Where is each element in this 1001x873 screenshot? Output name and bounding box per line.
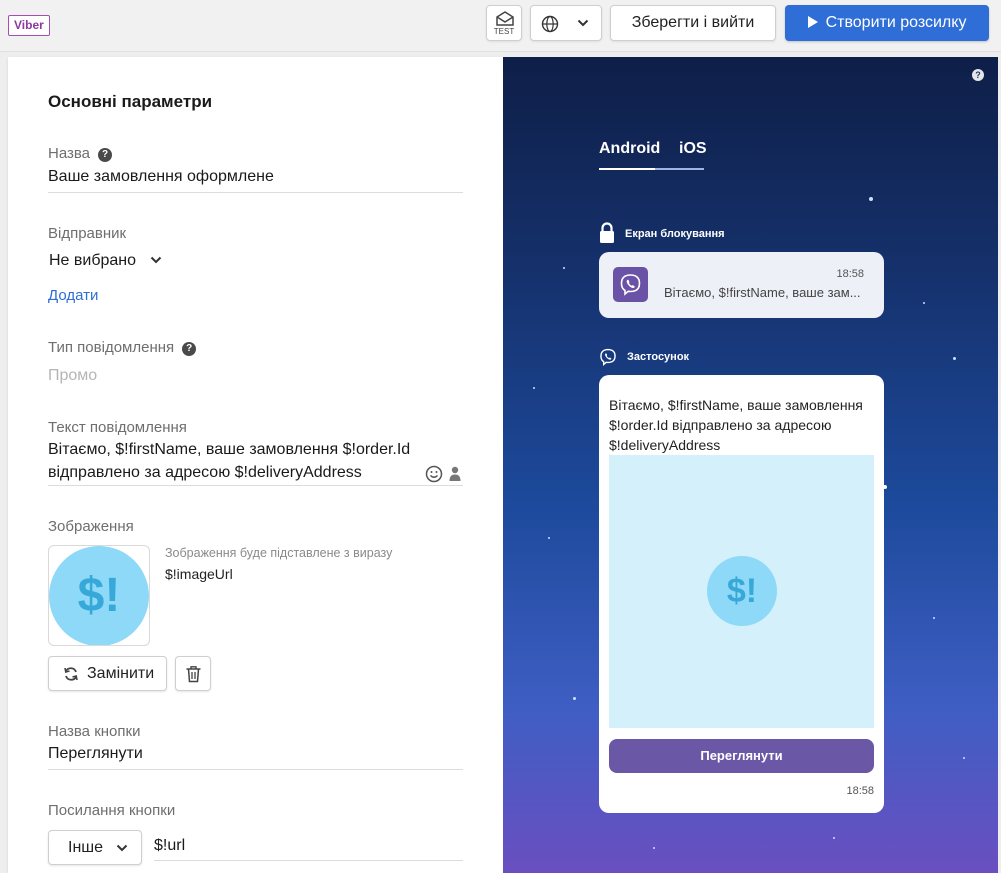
app-message-text: Вітаємо, $!firstName, ваше замовлення $!… bbox=[609, 397, 863, 453]
star bbox=[923, 302, 925, 304]
tab-ios[interactable]: iOS bbox=[679, 140, 707, 158]
app-message-time: 18:58 bbox=[846, 785, 874, 797]
button-link-label: Посилання кнопки bbox=[48, 802, 176, 819]
tab-underline bbox=[655, 168, 704, 170]
image-placeholder: $! bbox=[49, 546, 149, 645]
message-type-label: Тип повідомлення? bbox=[48, 339, 197, 356]
divider bbox=[48, 192, 463, 193]
channel-badge: Viber bbox=[8, 15, 50, 36]
app-message-card: Вітаємо, $!firstName, ваше замовлення $!… bbox=[599, 375, 884, 813]
divider bbox=[154, 860, 463, 861]
app-section-title: Застосунок bbox=[627, 351, 690, 363]
star bbox=[573, 697, 576, 700]
chevron-down-icon bbox=[116, 844, 128, 852]
message-text-label: Текст повідомлення bbox=[48, 419, 187, 436]
star bbox=[653, 847, 655, 849]
message-type-label-text: Тип повідомлення bbox=[48, 339, 175, 356]
star bbox=[953, 357, 956, 360]
name-input[interactable]: Ваше замовлення оформлене bbox=[48, 168, 274, 186]
lock-icon bbox=[600, 222, 614, 243]
person-icon[interactable] bbox=[449, 466, 461, 482]
viber-icon bbox=[600, 348, 616, 366]
image-expression: $!imageUrl bbox=[165, 566, 233, 582]
replace-image-label: Замінити bbox=[87, 665, 155, 682]
chevron-down-icon bbox=[577, 19, 589, 27]
top-bar: Viber TEST Зберегти і вийти Створити роз… bbox=[0, 0, 1001, 52]
app-message-image: $! bbox=[609, 455, 874, 728]
star bbox=[963, 757, 965, 759]
refresh-icon bbox=[64, 667, 78, 681]
app-message-button[interactable]: Переглянути bbox=[609, 739, 874, 773]
help-icon[interactable]: ? bbox=[182, 342, 197, 356]
message-preview: ? Android iOS Екран блокування 18:58 Віт… bbox=[503, 57, 998, 873]
test-label: TEST bbox=[493, 27, 515, 36]
link-type-value: Інше bbox=[68, 839, 104, 856]
message-text-line-2[interactable]: відправлено за адресою $!deliveryAddress bbox=[48, 464, 362, 482]
help-icon[interactable]: ? bbox=[98, 148, 113, 162]
divider bbox=[48, 485, 463, 486]
message-type-value: Промо bbox=[48, 367, 98, 384]
button-link-input[interactable]: $!url bbox=[154, 837, 185, 855]
create-campaign-button[interactable]: Створити розсилку bbox=[785, 5, 989, 41]
star bbox=[933, 617, 935, 619]
delete-image-button[interactable] bbox=[175, 656, 211, 691]
play-icon bbox=[807, 16, 818, 28]
emoji-icon[interactable] bbox=[425, 465, 443, 483]
image-hint: Зображення буде підставлене з виразу bbox=[165, 546, 393, 560]
name-label-text: Назва bbox=[48, 145, 91, 162]
image-label: Зображення bbox=[48, 518, 134, 535]
notification-text: Вітаємо, $!firstName, ваше зам... bbox=[664, 285, 861, 300]
button-name-label: Назва кнопки bbox=[48, 723, 141, 740]
star bbox=[563, 267, 565, 269]
create-campaign-label: Створити розсилку bbox=[825, 14, 967, 31]
lock-screen-notification: 18:58 Вітаємо, $!firstName, ваше зам... bbox=[599, 252, 884, 318]
button-name-input[interactable]: Переглянути bbox=[48, 745, 143, 763]
tab-indicator bbox=[599, 168, 655, 170]
save-and-exit-button[interactable]: Зберегти і вийти bbox=[610, 5, 776, 41]
name-label: Назва? bbox=[48, 145, 113, 162]
message-text-line-1[interactable]: Вітаємо, $!firstName, ваше замовлення $!… bbox=[48, 441, 410, 459]
notification-time: 18:58 bbox=[836, 268, 864, 280]
viber-logo bbox=[613, 267, 648, 302]
star bbox=[548, 537, 550, 539]
replace-image-button[interactable]: Замінити bbox=[48, 656, 167, 691]
sender-select[interactable]: Не вибрано bbox=[49, 252, 162, 270]
envelope-icon bbox=[496, 11, 514, 26]
settings-panel: Основні параметри Назва? Ваше замовлення… bbox=[8, 57, 503, 873]
viber-icon bbox=[620, 274, 641, 296]
divider bbox=[48, 769, 463, 770]
image-placeholder: $! bbox=[707, 556, 777, 626]
chevron-down-icon bbox=[151, 256, 162, 264]
tab-android[interactable]: Android bbox=[599, 140, 660, 158]
star bbox=[533, 387, 535, 389]
globe-icon bbox=[541, 15, 559, 33]
lock-screen-title: Екран блокування bbox=[625, 228, 725, 240]
sender-value: Не вибрано bbox=[49, 252, 137, 269]
language-select[interactable] bbox=[530, 5, 602, 41]
help-icon[interactable]: ? bbox=[972, 69, 984, 81]
section-title: Основні параметри bbox=[48, 92, 213, 111]
sender-label: Відправник bbox=[48, 225, 127, 242]
link-type-select[interactable]: Інше bbox=[48, 830, 142, 865]
test-send-button[interactable]: TEST bbox=[486, 5, 522, 41]
image-thumbnail[interactable]: $! bbox=[48, 545, 150, 646]
trash-icon bbox=[186, 666, 201, 683]
star bbox=[869, 197, 873, 201]
star bbox=[833, 837, 835, 839]
add-sender-link[interactable]: Додати bbox=[48, 287, 98, 304]
